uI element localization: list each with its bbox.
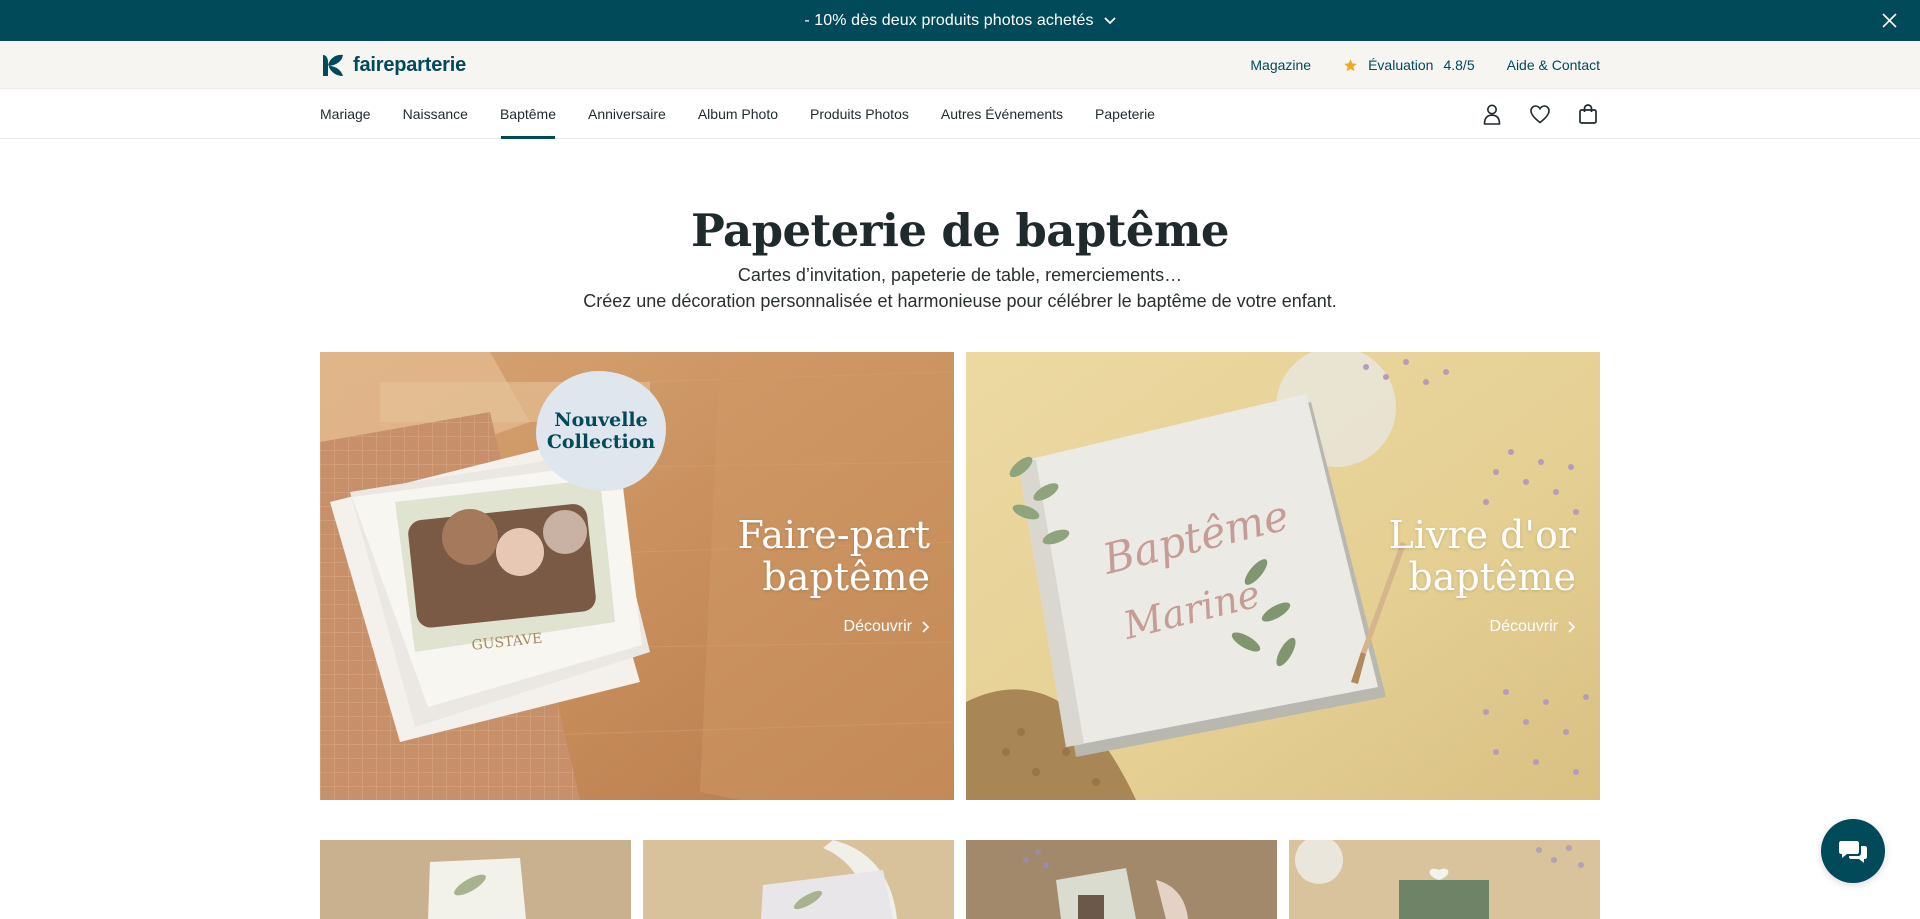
product-card[interactable] <box>643 840 954 919</box>
product-card[interactable] <box>966 840 1277 919</box>
chat-icon <box>1839 841 1867 863</box>
rating-label: Évaluation <box>1368 57 1434 73</box>
logo[interactable]: faireparterie <box>320 53 466 78</box>
brand-name: faireparterie <box>353 54 467 76</box>
product-image <box>320 840 631 919</box>
page-subtitle: Cartes d’invitation, papeterie de table,… <box>0 262 1920 314</box>
nav-item-autres-evenements[interactable]: Autres Événements <box>941 89 1063 139</box>
card-title-line-1: Faire-part <box>737 513 930 557</box>
card-title-line-1: Livre d'or <box>1388 513 1576 557</box>
rating-value: 4.8/5 <box>1443 57 1475 73</box>
magazine-link[interactable]: Magazine <box>1250 57 1311 73</box>
product-card[interactable] <box>1289 840 1600 919</box>
card-livre-dor-bapteme[interactable]: Baptême Marine Livre d'or baptême Découv… <box>966 352 1600 800</box>
star-icon <box>1344 58 1357 71</box>
promo-text[interactable]: - 10% dès deux produits photos achetés <box>804 12 1093 30</box>
subtitle-line-1: Cartes d’invitation, papeterie de table,… <box>737 265 1183 285</box>
badge-line-1: Nouvelle <box>554 409 648 431</box>
page-title: Papeterie de baptême <box>691 204 1230 257</box>
new-collection-badge: Nouvelle Collection <box>536 371 666 491</box>
nav-item-produits-photos[interactable]: Produits Photos <box>810 89 909 139</box>
nav-item-naissance[interactable]: Naissance <box>403 89 468 139</box>
logo-mark-icon <box>323 54 343 76</box>
main-nav: Mariage Naissance Baptême Anniversaire A… <box>0 89 1920 139</box>
discover-label: Découvrir <box>1489 618 1558 635</box>
product-image <box>966 840 1277 919</box>
utility-bar: faireparterie Magazine Évaluation 4.8/5 … <box>0 41 1920 89</box>
chevron-right-icon <box>922 621 930 633</box>
nav-item-papeterie[interactable]: Papeterie <box>1095 89 1155 139</box>
discover-link[interactable]: Découvrir <box>1490 618 1576 636</box>
chat-button[interactable] <box>1821 819 1885 883</box>
help-contact-link[interactable]: Aide & Contact <box>1507 57 1600 73</box>
product-image <box>643 840 954 919</box>
rating-link[interactable]: Évaluation 4.8/5 <box>1343 57 1475 73</box>
product-image <box>1289 840 1600 919</box>
user-icon[interactable] <box>1480 102 1504 126</box>
bag-icon[interactable] <box>1576 102 1600 126</box>
chevron-down-icon[interactable] <box>1104 15 1116 27</box>
promo-bar[interactable]: - 10% dès deux produits photos achetés <box>0 0 1920 41</box>
heart-icon[interactable] <box>1528 102 1552 126</box>
nav-item-album-photo[interactable]: Album Photo <box>698 89 778 139</box>
discover-link[interactable]: Découvrir <box>844 618 930 636</box>
nav-item-anniversaire[interactable]: Anniversaire <box>588 89 666 139</box>
card-title: Livre d'or baptême <box>1389 514 1576 598</box>
card-title-line-2: baptême <box>762 555 930 599</box>
card-title: Faire-part baptême <box>737 514 930 598</box>
chevron-right-icon <box>1568 621 1576 633</box>
nav-item-mariage[interactable]: Mariage <box>320 89 371 139</box>
card-title-line-2: baptême <box>1408 555 1576 599</box>
nav-item-bapteme[interactable]: Baptême <box>500 89 556 139</box>
product-card[interactable] <box>320 840 631 919</box>
close-icon[interactable] <box>1879 10 1900 31</box>
badge-line-2: Collection <box>546 431 656 453</box>
subtitle-line-2: Créez une décoration personnalisée et ha… <box>583 291 1337 311</box>
discover-label: Découvrir <box>843 618 912 635</box>
